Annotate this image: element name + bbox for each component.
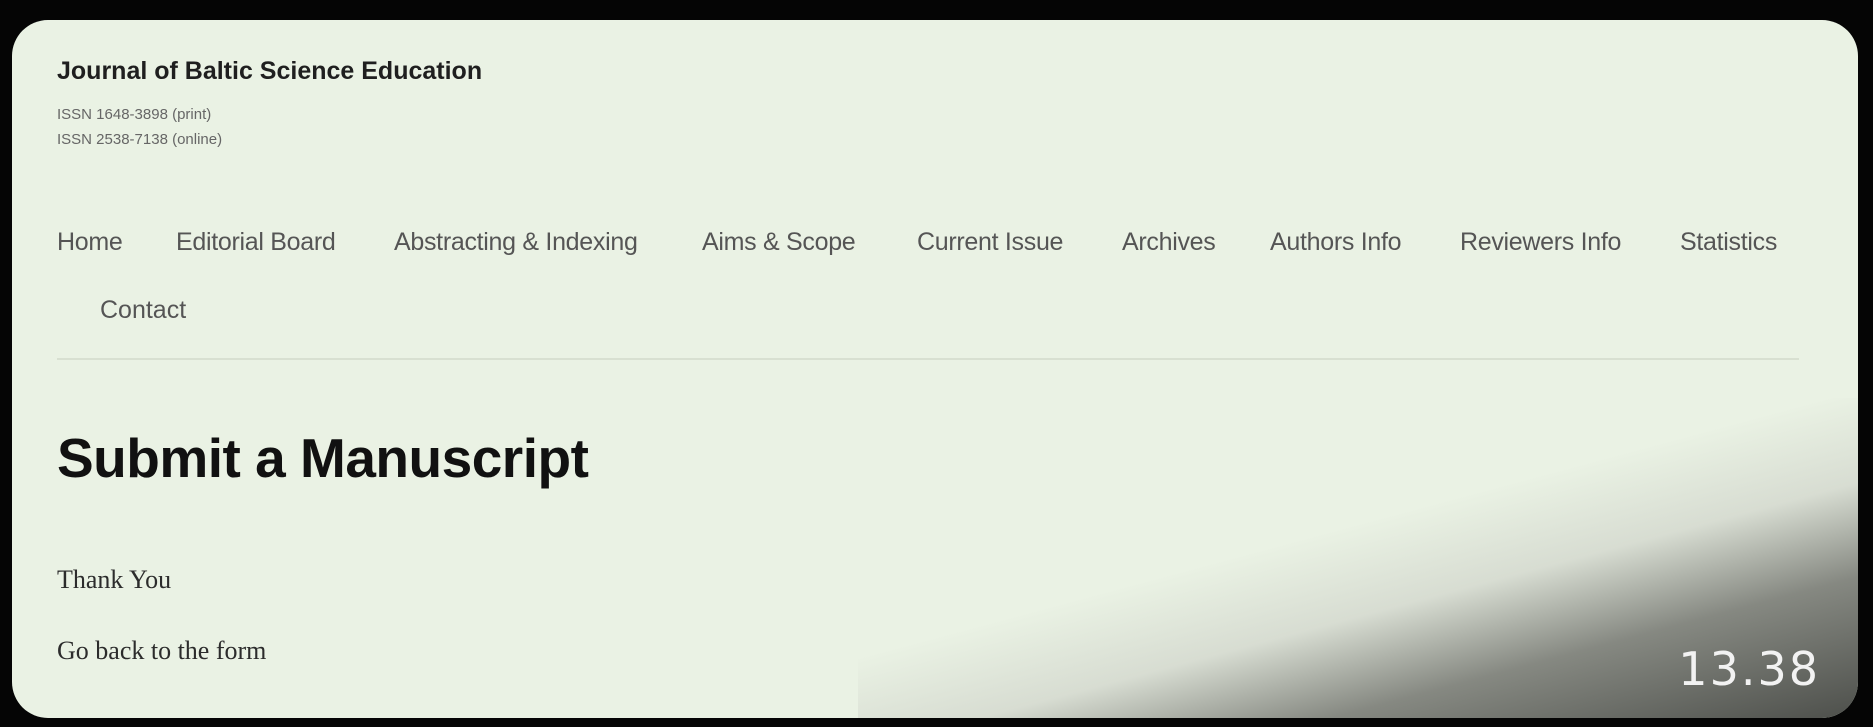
- issn-print: ISSN 1648-3898 (print): [57, 106, 212, 123]
- thank-you-message: Thank You: [57, 565, 172, 594]
- nav-item-abstracting-indexing[interactable]: Abstracting & Indexing: [394, 228, 638, 257]
- header-divider: [57, 358, 1799, 360]
- nav-item-reviewers-info[interactable]: Reviewers Info: [1460, 228, 1621, 257]
- nav-item-statistics[interactable]: Statistics: [1680, 228, 1777, 257]
- main-navigation: Home Editorial Board Abstracting & Index…: [12, 228, 1858, 268]
- site-title[interactable]: Journal of Baltic Science Education: [57, 57, 482, 86]
- browser-viewport: Journal of Baltic Science Education ISSN…: [12, 20, 1858, 718]
- page-title: Submit a Manuscript: [57, 427, 589, 489]
- issn-online: ISSN 2538-7138 (online): [57, 131, 223, 148]
- nav-item-contact[interactable]: Contact: [100, 296, 186, 325]
- nav-item-editorial-board[interactable]: Editorial Board: [176, 228, 336, 257]
- back-to-form-link[interactable]: Go back to the form: [57, 636, 266, 666]
- nav-item-home[interactable]: Home: [57, 228, 123, 257]
- nav-item-authors-info[interactable]: Authors Info: [1270, 228, 1402, 257]
- nav-item-archives[interactable]: Archives: [1122, 228, 1216, 257]
- nav-item-aims-scope[interactable]: Aims & Scope: [702, 228, 856, 257]
- timestamp-overlay: 13.38: [1678, 642, 1820, 696]
- nav-item-current-issue[interactable]: Current Issue: [917, 228, 1063, 257]
